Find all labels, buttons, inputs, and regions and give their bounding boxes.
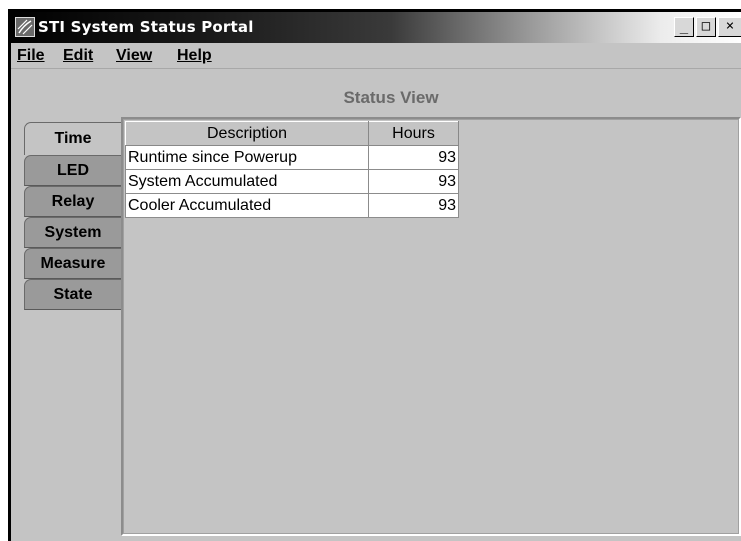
menu-view[interactable]: View (116, 47, 152, 65)
tab-system[interactable]: System (24, 217, 121, 248)
cell-description[interactable]: Cooler Accumulated (125, 193, 369, 218)
tab-state[interactable]: State (24, 279, 121, 310)
menu-file[interactable]: File (17, 47, 45, 65)
menu-file-label: File (17, 47, 45, 64)
table-header-row: Description Hours (125, 121, 459, 146)
status-table: Description Hours Runtime since Powerup … (125, 121, 459, 218)
table-row[interactable]: Cooler Accumulated 93 (125, 193, 459, 218)
cell-hours[interactable]: 93 (368, 169, 459, 194)
cell-hours[interactable]: 93 (368, 145, 459, 170)
maximize-button[interactable]: □ (696, 17, 716, 37)
content-inner: Description Hours Runtime since Powerup … (123, 119, 739, 534)
table-row[interactable]: System Accumulated 93 (125, 169, 459, 194)
title-bar[interactable]: STI System Status Portal _ □ × (11, 12, 741, 43)
cell-description[interactable]: System Accumulated (125, 169, 369, 194)
menu-view-label: View (116, 47, 153, 64)
window-title: STI System Status Portal (38, 18, 254, 36)
tab-time[interactable]: Time (24, 122, 121, 155)
minimize-button[interactable]: _ (674, 17, 694, 37)
menu-edit[interactable]: Edit (63, 47, 93, 65)
column-header-description[interactable]: Description (125, 121, 369, 146)
tab-relay[interactable]: Relay (24, 186, 121, 217)
tab-led[interactable]: LED (24, 155, 121, 186)
app-icon-graphic (17, 19, 33, 35)
column-header-hours[interactable]: Hours (368, 121, 459, 146)
menu-edit-label: Edit (63, 47, 94, 64)
menu-bar: File Edit View Help (11, 43, 741, 69)
table-row[interactable]: Runtime since Powerup 93 (125, 145, 459, 170)
app-window: STI System Status Portal _ □ × File Edit… (8, 9, 741, 541)
menu-help-label: Help (177, 47, 212, 64)
menu-help[interactable]: Help (177, 47, 212, 65)
app-icon[interactable] (15, 17, 35, 37)
tab-measure[interactable]: Measure (24, 248, 121, 279)
view-title: Status View (343, 88, 439, 107)
cell-hours[interactable]: 93 (368, 193, 459, 218)
tab-strip: Time LED Relay System Measure State (24, 122, 121, 310)
content-panel: Description Hours Runtime since Powerup … (121, 117, 741, 536)
close-button[interactable]: × (718, 17, 741, 37)
cell-description[interactable]: Runtime since Powerup (125, 145, 369, 170)
